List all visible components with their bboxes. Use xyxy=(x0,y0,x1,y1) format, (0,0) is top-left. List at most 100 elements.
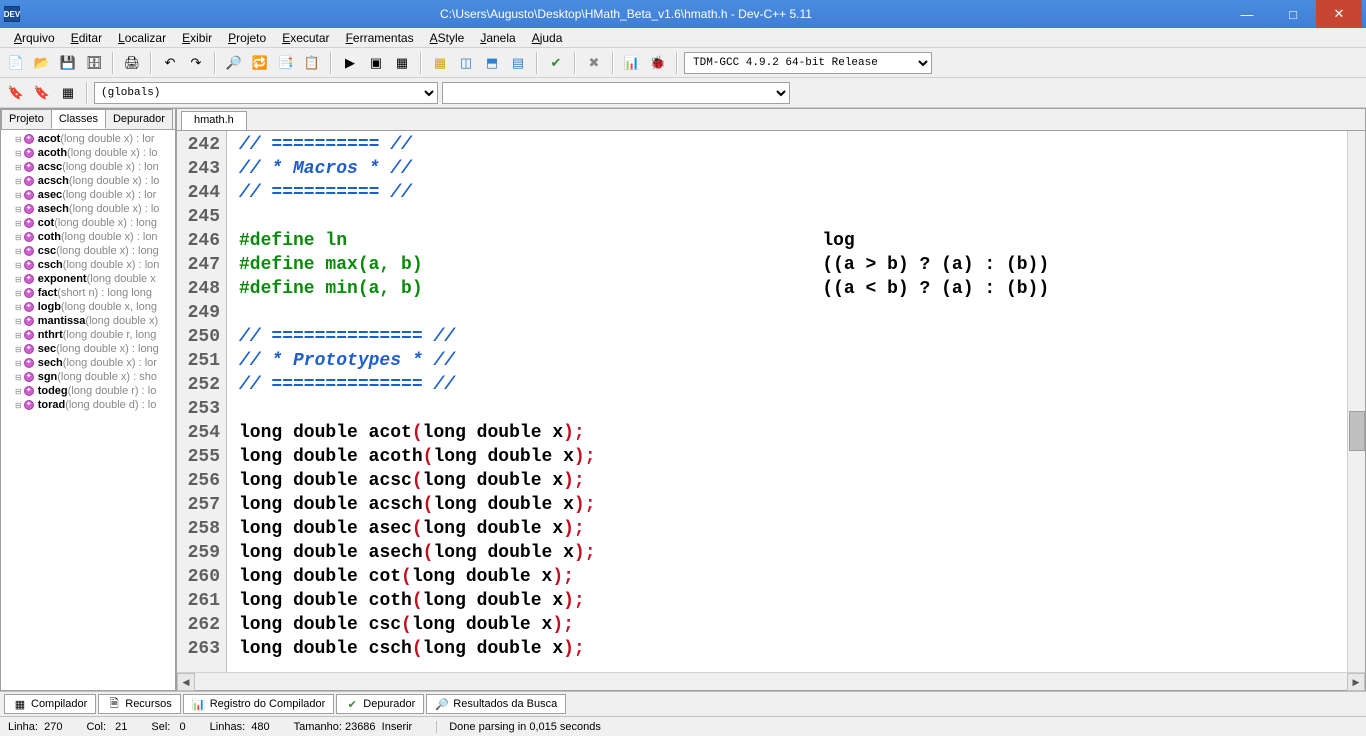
window2-icon[interactable]: ◫ xyxy=(454,51,478,75)
doc-icon: 🗎 xyxy=(107,697,121,711)
code-body[interactable]: // ========== // // * Macros * // // ===… xyxy=(227,131,1347,672)
class-item[interactable]: ⊟✦mantissa (long double x) xyxy=(3,314,173,328)
find-in-files-icon[interactable]: 📑 xyxy=(274,51,298,75)
menu-astyle[interactable]: AStyle xyxy=(422,29,473,47)
app-icon: DEV xyxy=(4,6,20,22)
scope-select[interactable]: (globals) xyxy=(94,82,438,104)
editor-area: hmath.h 242 243 244 245 246 247 248 249 … xyxy=(176,108,1366,691)
window4-icon[interactable]: ▤ xyxy=(506,51,530,75)
tab-debugger[interactable]: Depurador xyxy=(105,109,173,129)
window-title: C:\Users\Augusto\Desktop\HMath_Beta_v1.6… xyxy=(28,7,1224,21)
file-tabs: hmath.h xyxy=(177,109,1365,131)
window-controls: — □ ✕ xyxy=(1224,0,1362,28)
bottomtab-comp-log[interactable]: 📊Registro do Compilador xyxy=(183,694,335,714)
hscroll-left-arrow[interactable]: ◀ xyxy=(177,673,195,691)
window1-icon[interactable]: ▦ xyxy=(428,51,452,75)
menu-editar[interactable]: Editar xyxy=(63,29,110,47)
member-select[interactable] xyxy=(442,82,790,104)
goto-icon[interactable]: 📋 xyxy=(300,51,324,75)
chart-icon: 📊 xyxy=(192,697,206,711)
compile-icon[interactable]: ▶ xyxy=(338,51,362,75)
gutter: 242 243 244 245 246 247 248 249 250 251 … xyxy=(177,131,227,672)
class-item[interactable]: ⊟✦exponent (long double x xyxy=(3,272,173,286)
bottomtab-debugger[interactable]: ✔Depurador xyxy=(336,694,424,714)
profile-icon[interactable]: 📊 xyxy=(620,51,644,75)
check-icon[interactable]: ✔ xyxy=(544,51,568,75)
status-sel: Sel: 0 xyxy=(151,721,185,733)
menu-localizar[interactable]: Localizar xyxy=(110,29,174,47)
menu-projeto[interactable]: Projeto xyxy=(220,29,274,47)
sidebar-tabs: Projeto Classes Depurador xyxy=(1,109,175,130)
class-item[interactable]: ⊟✦asech (long double x) : lo xyxy=(3,202,173,216)
compiler-select[interactable]: TDM-GCC 4.9.2 64-bit Release xyxy=(684,52,932,74)
main-area: Projeto Classes Depurador ⊟✦acot (long d… xyxy=(0,108,1366,691)
class-item[interactable]: ⊟✦cot (long double x) : long xyxy=(3,216,173,230)
code-editor[interactable]: 242 243 244 245 246 247 248 249 250 251 … xyxy=(177,131,1365,672)
class-item[interactable]: ⊟✦acot (long double x) : lor xyxy=(3,132,173,146)
class-item[interactable]: ⊟✦sec (long double x) : long xyxy=(3,342,173,356)
horizontal-scrollbar[interactable]: ◀ ▶ xyxy=(177,672,1365,690)
class-item[interactable]: ⊟✦fact (short n) : long long xyxy=(3,286,173,300)
bottomtab-search[interactable]: 🔎Resultados da Busca xyxy=(426,694,566,714)
print-icon[interactable]: 🖨 xyxy=(120,51,144,75)
class-item[interactable]: ⊟✦nthrt (long double r, long xyxy=(3,328,173,342)
bookmark1-icon[interactable]: 🔖 xyxy=(4,81,28,105)
status-line: Linha: 270 xyxy=(8,721,62,733)
class-item[interactable]: ⊟✦logb (long double x, long xyxy=(3,300,173,314)
file-tab-hmath[interactable]: hmath.h xyxy=(181,111,247,130)
class-item[interactable]: ⊟✦acoth (long double x) : lo xyxy=(3,146,173,160)
undo-icon[interactable]: ↶ xyxy=(158,51,182,75)
save-icon[interactable]: 💾 xyxy=(56,51,80,75)
search-icon: 🔎 xyxy=(435,697,449,711)
toolbar-secondary: 🔖 🔖 ▦ (globals) xyxy=(0,78,1366,108)
class-item[interactable]: ⊟✦sech (long double x) : lor xyxy=(3,356,173,370)
menu-arquivo[interactable]: Arquivo xyxy=(6,29,63,47)
window3-icon[interactable]: ⬒ xyxy=(480,51,504,75)
class-list[interactable]: ⊟✦acot (long double x) : lor⊟✦acoth (lon… xyxy=(1,130,175,690)
compile-run-icon[interactable]: ▦ xyxy=(390,51,414,75)
tab-project[interactable]: Projeto xyxy=(1,109,52,129)
status-size: Tamanho: 23686 Inserir xyxy=(294,721,413,733)
menu-executar[interactable]: Executar xyxy=(274,29,337,47)
nav-icon[interactable]: ▦ xyxy=(56,81,80,105)
find-icon[interactable]: 🔎 xyxy=(222,51,246,75)
titlebar: DEV C:\Users\Augusto\Desktop\HMath_Beta_… xyxy=(0,0,1366,28)
toolbar-main: 📄 📂 💾 🗄 🖨 ↶ ↷ 🔎 🔁 📑 📋 ▶ ▣ ▦ ▦ ◫ ⬒ ▤ ✔ ✖ … xyxy=(0,48,1366,78)
menu-ajuda[interactable]: Ajuda xyxy=(524,29,571,47)
class-item[interactable]: ⊟✦acsc (long double x) : lon xyxy=(3,160,173,174)
menu-janela[interactable]: Janela xyxy=(472,29,523,47)
menu-ferramentas[interactable]: Ferramentas xyxy=(338,29,422,47)
vertical-scrollbar[interactable] xyxy=(1347,131,1365,672)
run-icon[interactable]: ▣ xyxy=(364,51,388,75)
hscroll-right-arrow[interactable]: ▶ xyxy=(1347,673,1365,691)
tab-classes[interactable]: Classes xyxy=(51,109,106,129)
class-item[interactable]: ⊟✦sgn (long double x) : sho xyxy=(3,370,173,384)
class-item[interactable]: ⊟✦coth (long double x) : lon xyxy=(3,230,173,244)
replace-icon[interactable]: 🔁 xyxy=(248,51,272,75)
save-all-icon[interactable]: 🗄 xyxy=(82,51,106,75)
menubar: ArquivoEditarLocalizarExibirProjetoExecu… xyxy=(0,28,1366,48)
class-item[interactable]: ⊟✦asec (long double x) : lor xyxy=(3,188,173,202)
sidebar: Projeto Classes Depurador ⊟✦acot (long d… xyxy=(0,108,176,691)
new-icon[interactable]: 📄 xyxy=(4,51,28,75)
status-parse: Done parsing in 0,015 seconds xyxy=(436,721,601,733)
class-item[interactable]: ⊟✦todeg (long double r) : lo xyxy=(3,384,173,398)
vscroll-thumb[interactable] xyxy=(1349,411,1365,451)
menu-exibir[interactable]: Exibir xyxy=(174,29,220,47)
stop-icon[interactable]: ✖ xyxy=(582,51,606,75)
redo-icon[interactable]: ↷ xyxy=(184,51,208,75)
debug-bug-icon[interactable]: 🐞 xyxy=(646,51,670,75)
bottomtab-compiler[interactable]: ▦Compilador xyxy=(4,694,96,714)
bookmark2-icon[interactable]: 🔖 xyxy=(30,81,54,105)
minimize-button[interactable]: — xyxy=(1224,0,1270,28)
class-item[interactable]: ⊟✦torad (long double d) : lo xyxy=(3,398,173,412)
close-button[interactable]: ✕ xyxy=(1316,0,1362,28)
bottomtab-resources[interactable]: 🗎Recursos xyxy=(98,694,180,714)
class-item[interactable]: ⊟✦csch (long double x) : lon xyxy=(3,258,173,272)
open-icon[interactable]: 📂 xyxy=(30,51,54,75)
class-item[interactable]: ⊟✦acsch (long double x) : lo xyxy=(3,174,173,188)
grid-icon: ▦ xyxy=(13,697,27,711)
statusbar: Linha: 270 Col: 21 Sel: 0 Linhas: 480 Ta… xyxy=(0,716,1366,736)
maximize-button[interactable]: □ xyxy=(1270,0,1316,28)
class-item[interactable]: ⊟✦csc (long double x) : long xyxy=(3,244,173,258)
